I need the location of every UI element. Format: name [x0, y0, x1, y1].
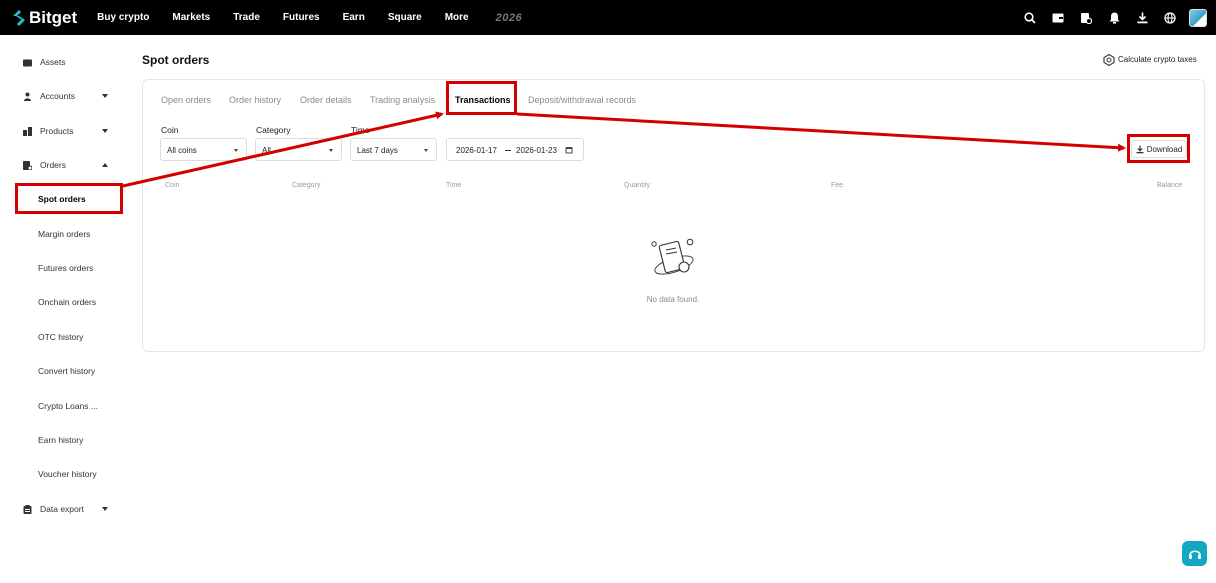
end-date-input[interactable]: 2026-01-23	[516, 146, 557, 155]
sidebar-item-products[interactable]: Products	[0, 121, 125, 141]
brand-name: Bitget	[29, 7, 78, 27]
bitget-logo[interactable]: Bitget	[12, 8, 77, 28]
chevron-down-icon	[234, 149, 238, 152]
sidebar-item-orders[interactable]: Orders	[0, 155, 125, 175]
download-icon	[1136, 145, 1144, 153]
top-navigation: Bitget Buy crypto Markets Trade Futures …	[0, 0, 1216, 35]
column-header-category: Category	[292, 182, 321, 189]
column-header-quantity: Quantity	[624, 182, 651, 189]
tab-order-history[interactable]: Order history	[229, 95, 281, 105]
column-header-time: Time	[446, 182, 462, 189]
empty-state-icon	[651, 238, 694, 275]
coin-select-value: All coins	[167, 146, 197, 155]
sidebar-item-otc-history[interactable]: OTC history	[0, 327, 125, 347]
start-date-input[interactable]: 2026-01-17	[456, 146, 497, 155]
empty-state-text: No data found.	[646, 295, 700, 304]
chevron-down-icon	[102, 507, 108, 511]
nav-more[interactable]: More	[445, 12, 469, 24]
sidebar-item-label: Products	[40, 126, 74, 136]
time-filter-label: Time	[351, 125, 370, 135]
headset-icon	[1188, 549, 1201, 559]
column-header-fee: Fee	[831, 182, 844, 189]
sidebar-item-earn-history[interactable]: Earn history	[0, 430, 125, 450]
avatar[interactable]	[1189, 8, 1207, 27]
coin-filter-label: Coin	[161, 125, 179, 135]
search-icon[interactable]	[1023, 11, 1037, 25]
active-tab-indicator	[478, 112, 487, 114]
products-icon	[23, 126, 32, 136]
sidebar-item-label: Data export	[40, 504, 84, 514]
download-icon[interactable]	[1135, 11, 1149, 25]
sidebar-item-convert-history[interactable]: Convert history	[0, 361, 125, 381]
chevron-up-icon	[102, 163, 108, 167]
category-select-value: All	[262, 146, 271, 155]
nav-square[interactable]: Square	[388, 12, 422, 24]
date-range-picker[interactable]: 2026-01-17 2026-01-23	[446, 138, 584, 161]
sidebar-item-label: Orders	[40, 160, 66, 170]
date-separator	[505, 150, 511, 151]
tab-deposit-withdrawal-records[interactable]: Deposit/withdrawal records	[528, 95, 636, 105]
wallet-icon[interactable]	[1051, 11, 1065, 25]
orders-icon[interactable]	[1079, 11, 1093, 25]
calendar-icon[interactable]	[565, 146, 573, 154]
nav-markets[interactable]: Markets	[172, 12, 210, 24]
sidebar-item-accounts[interactable]: Accounts	[0, 86, 125, 106]
nav-buy-crypto[interactable]: Buy crypto	[97, 12, 149, 24]
tax-button-label: Calculate crypto taxes	[1118, 55, 1197, 64]
download-button-label: Download	[1146, 144, 1183, 154]
sidebar-item-crypto-loans[interactable]: Crypto Loans ...	[0, 396, 125, 416]
chevron-down-icon	[102, 94, 108, 98]
bitget-logo-icon	[13, 9, 25, 26]
sidebar-item-label: Assets	[40, 57, 66, 67]
chevron-down-icon	[102, 129, 108, 133]
page-title: Spot orders	[142, 53, 210, 67]
tab-order-details[interactable]: Order details	[300, 95, 352, 105]
sidebar-item-spot-orders[interactable]: Spot orders	[0, 189, 125, 209]
sidebar: Assets Accounts Products Orders Spot ord…	[0, 35, 125, 583]
time-select-value: Last 7 days	[357, 146, 398, 155]
time-select[interactable]: Last 7 days	[350, 138, 437, 161]
bell-icon[interactable]	[1107, 11, 1121, 25]
chevron-down-icon	[329, 149, 333, 152]
category-filter-label: Category	[256, 125, 291, 135]
nav-2026-badge[interactable]: 2026	[496, 12, 522, 24]
sidebar-item-voucher-history[interactable]: Voucher history	[0, 464, 125, 484]
calculate-crypto-taxes-button[interactable]: Calculate crypto taxes	[1098, 50, 1204, 69]
tax-icon	[1103, 53, 1115, 66]
nav-futures[interactable]: Futures	[283, 12, 320, 24]
globe-icon[interactable]	[1163, 11, 1177, 25]
nav-trade[interactable]: Trade	[233, 12, 260, 24]
category-select[interactable]: All	[255, 138, 342, 161]
column-header-balance: Balance	[1157, 182, 1183, 189]
wallet-icon	[23, 59, 32, 66]
coin-select[interactable]: All coins	[160, 138, 247, 161]
orders-icon	[23, 160, 32, 170]
sidebar-item-futures-orders[interactable]: Futures orders	[0, 258, 125, 278]
user-icon	[24, 92, 31, 101]
sidebar-item-label: Accounts	[40, 91, 75, 101]
sidebar-item-margin-orders[interactable]: Margin orders	[0, 224, 125, 244]
sidebar-item-data-export[interactable]: Data export	[0, 499, 125, 519]
tab-trading-analysis[interactable]: Trading analysis	[370, 95, 435, 105]
sidebar-item-assets[interactable]: Assets	[0, 52, 125, 72]
download-button[interactable]: Download	[1131, 140, 1187, 158]
chevron-down-icon	[424, 149, 428, 152]
orders-card	[142, 79, 1205, 352]
clipboard-icon	[23, 504, 32, 514]
support-chat-button[interactable]	[1182, 541, 1207, 566]
tab-open-orders[interactable]: Open orders	[161, 95, 211, 105]
column-header-coin: Coin	[165, 182, 180, 189]
tab-transactions[interactable]: Transactions	[455, 95, 511, 105]
nav-earn[interactable]: Earn	[343, 12, 365, 24]
sidebar-item-onchain-orders[interactable]: Onchain orders	[0, 292, 125, 312]
